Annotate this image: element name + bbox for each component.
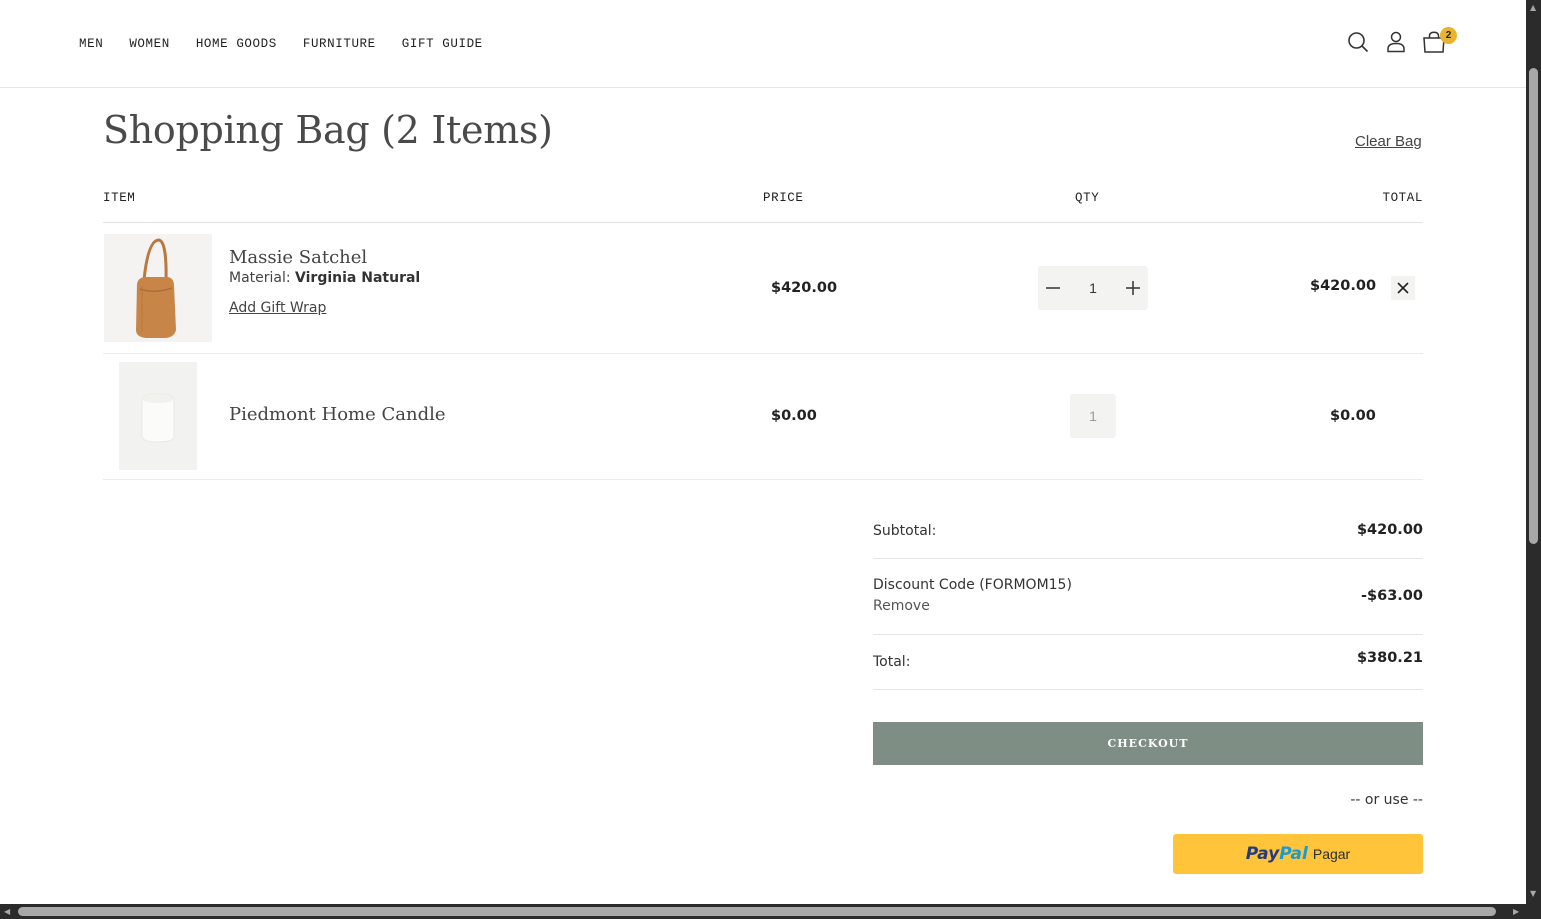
paypal-button[interactable]: Pay Pal Pagar bbox=[1173, 834, 1423, 874]
attribute-value: Virginia Natural bbox=[295, 270, 421, 286]
scrollbar-corner bbox=[1526, 904, 1541, 919]
quantity-stepper: 1 bbox=[1038, 266, 1148, 310]
discount-value: -$63.00 bbox=[1361, 588, 1423, 604]
attribute-label: Material: bbox=[229, 270, 291, 286]
total-label: Total: bbox=[873, 654, 911, 670]
paypal-logo-pal: Pal bbox=[1279, 844, 1308, 864]
horizontal-scrollbar[interactable]: ◀ ▶ bbox=[0, 904, 1526, 919]
subtotal-label: Subtotal: bbox=[873, 523, 937, 539]
header-icons: 2 bbox=[1346, 27, 1460, 54]
product-name[interactable]: Piedmont Home Candle bbox=[229, 404, 446, 425]
item-price: $0.00 bbox=[771, 408, 817, 424]
paypal-logo-pay: Pay bbox=[1245, 844, 1280, 864]
shopping-bag-icon[interactable]: 2 bbox=[1422, 27, 1457, 54]
bag-table-header: ITEM PRICE QTY TOTAL bbox=[103, 190, 1423, 223]
header-qty: QTY bbox=[1075, 191, 1100, 205]
scroll-left-arrow-icon[interactable]: ◀ bbox=[4, 908, 10, 916]
subtotal-row: Subtotal: $420.00 bbox=[873, 505, 1423, 559]
page-title: Shopping Bag (2 Items) bbox=[103, 108, 553, 152]
quantity-value[interactable]: 1 bbox=[1068, 280, 1118, 296]
page-viewport: MEN WOMEN HOME GOODS FURNITURE GIFT GUID… bbox=[0, 0, 1526, 904]
main-nav: MEN WOMEN HOME GOODS FURNITURE GIFT GUID… bbox=[79, 37, 509, 51]
scroll-down-arrow-icon[interactable]: ▼ bbox=[1530, 890, 1536, 898]
product-image-candle[interactable] bbox=[119, 362, 197, 470]
search-icon[interactable] bbox=[1346, 30, 1370, 54]
total-row: Total: $380.21 bbox=[873, 635, 1423, 690]
horizontal-scroll-thumb[interactable] bbox=[18, 907, 1496, 916]
site-header: MEN WOMEN HOME GOODS FURNITURE GIFT GUID… bbox=[0, 0, 1526, 88]
item-price: $420.00 bbox=[771, 280, 838, 296]
clear-bag-link[interactable]: Clear Bag bbox=[1355, 133, 1422, 150]
plus-icon bbox=[1126, 281, 1140, 295]
item-total: $420.00 bbox=[1310, 278, 1377, 294]
paypal-button-label: Pagar bbox=[1312, 846, 1351, 862]
scroll-right-arrow-icon[interactable]: ▶ bbox=[1513, 908, 1519, 916]
checkout-button[interactable]: CHECKOUT bbox=[873, 722, 1423, 765]
vertical-scroll-thumb[interactable] bbox=[1529, 68, 1538, 544]
nav-home-goods[interactable]: HOME GOODS bbox=[196, 37, 277, 51]
scroll-up-arrow-icon[interactable]: ▲ bbox=[1530, 4, 1536, 12]
increase-qty-button[interactable] bbox=[1118, 273, 1148, 303]
remove-item-button[interactable] bbox=[1391, 276, 1415, 300]
product-attribute: Material: Virginia Natural bbox=[229, 270, 420, 286]
product-image-satchel[interactable] bbox=[104, 234, 212, 342]
nav-furniture[interactable]: FURNITURE bbox=[303, 37, 376, 51]
discount-code-label: Discount Code (FORMOM15) bbox=[873, 577, 1072, 593]
nav-women[interactable]: WOMEN bbox=[129, 37, 170, 51]
close-icon bbox=[1397, 282, 1409, 294]
cart-count-badge: 2 bbox=[1440, 27, 1457, 44]
discount-row: Discount Code (FORMOM15) Remove -$63.00 bbox=[873, 559, 1423, 635]
header-item: ITEM bbox=[103, 191, 136, 205]
header-total: TOTAL bbox=[1382, 191, 1423, 205]
minus-icon bbox=[1046, 287, 1060, 289]
or-use-divider: -- or use -- bbox=[1350, 792, 1423, 808]
remove-discount-link[interactable]: Remove bbox=[873, 598, 930, 614]
subtotal-value: $420.00 bbox=[1356, 522, 1423, 538]
add-gift-wrap-link[interactable]: Add Gift Wrap bbox=[229, 300, 326, 316]
vertical-scrollbar[interactable]: ▲ ▼ bbox=[1526, 0, 1541, 904]
nav-gift-guide[interactable]: GIFT GUIDE bbox=[402, 37, 483, 51]
account-icon[interactable] bbox=[1384, 30, 1408, 54]
decrease-qty-button[interactable] bbox=[1038, 273, 1068, 303]
quantity-value-box: 1 bbox=[1070, 394, 1116, 438]
total-value: $380.21 bbox=[1356, 650, 1423, 666]
bag-item-row: Massie Satchel Material: Virginia Natura… bbox=[103, 224, 1423, 354]
quantity-value: 1 bbox=[1089, 408, 1097, 424]
bag-item-row: Piedmont Home Candle $0.00 1 $0.00 bbox=[103, 354, 1423, 480]
product-name[interactable]: Massie Satchel bbox=[229, 247, 367, 268]
header-price: PRICE bbox=[763, 191, 804, 205]
nav-men[interactable]: MEN bbox=[79, 37, 103, 51]
item-total: $0.00 bbox=[1330, 408, 1376, 424]
